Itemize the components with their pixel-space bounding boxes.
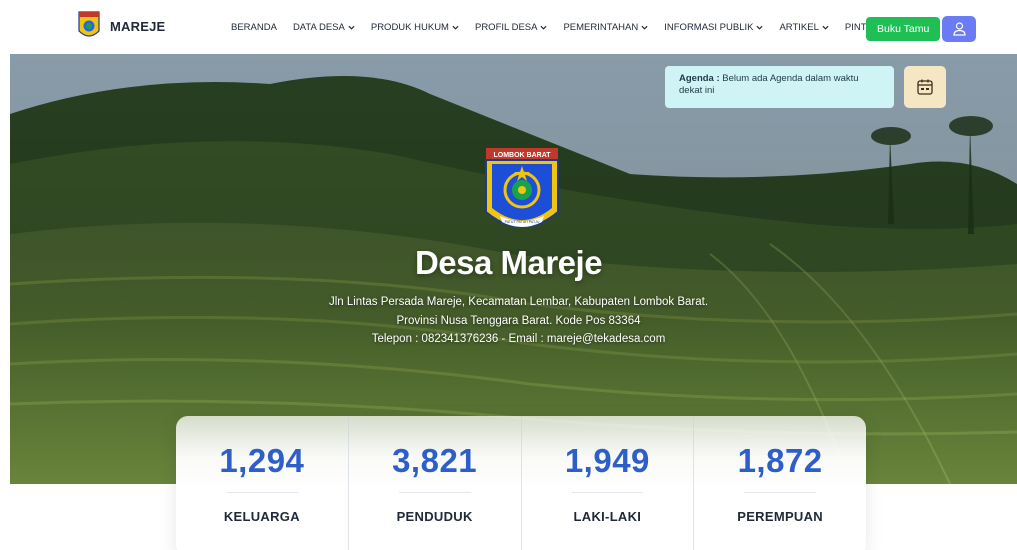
address-line-1: Jln Lintas Persada Mareje, Kecamatan Lem… [328, 296, 709, 308]
menu-item-profil-desa[interactable]: PROFIL DESA [475, 22, 547, 33]
village-title: Desa Mareje [414, 244, 603, 281]
stat-value: 3,821 [392, 442, 478, 479]
guestbook-button[interactable]: Buku Tamu [866, 17, 941, 41]
brand-name: MAREJE [110, 18, 166, 34]
menu-item-pemerintahan[interactable]: PEMERINTAHAN [563, 22, 648, 33]
agenda-notice: Agenda : Belum ada Agenda dalam waktu de… [665, 66, 894, 108]
menu-item-label: PROFIL DESA [474, 21, 538, 33]
menu-item-label: INFORMASI PUBLIK [664, 21, 754, 33]
menu-item-artikel[interactable]: ARTIKEL [779, 21, 829, 33]
main-menu: BERANDA DATA DESA PRODUK HUKUM PROFIL DE… [231, 0, 918, 54]
stat-label: PEREMPUAN [737, 509, 823, 524]
top-navbar: MAREJE BERANDA DATA DESA PRODUK HUKUM PR… [0, 0, 1017, 54]
agenda-label: Agenda : [679, 73, 720, 84]
lombok-barat-emblem: LOMBOK BARAT PATUT PATUH PATJU [485, 148, 559, 228]
user-icon [952, 22, 966, 36]
stat-keluarga: 1,294 KELUARGA [176, 416, 348, 550]
stat-label: KELUARGA [223, 509, 300, 524]
stat-penduduk: 3,821 PENDUDUK [347, 416, 521, 550]
stat-label: PENDUDUK [396, 509, 473, 524]
stat-divider [226, 492, 298, 493]
stat-value: 1,949 [564, 442, 650, 479]
page: MAREJE BERANDA DATA DESA PRODUK HUKUM PR… [0, 0, 1017, 550]
user-button[interactable] [942, 16, 976, 42]
stat-value: 1,872 [737, 442, 823, 479]
chevron-down-icon [540, 25, 547, 30]
menu-item-label: PEMERINTAHAN [563, 21, 639, 33]
menu-item-produk-hukum[interactable]: PRODUK HUKUM [371, 22, 459, 33]
emblem-motto-text: PATUT PATUH PATJU [505, 220, 540, 224]
chevron-down-icon [822, 25, 829, 30]
brand[interactable]: MAREJE [78, 11, 165, 41]
contact-line: Telepon : 082341376236 - Email : mareje@… [371, 333, 666, 345]
menu-item-label: DATA DESA [292, 21, 345, 33]
menu-item-data-desa[interactable]: DATA DESA [293, 22, 355, 33]
chevron-down-icon [641, 25, 648, 30]
chevron-down-icon [452, 25, 459, 30]
emblem-banner-text: LOMBOK BARAT [493, 152, 551, 159]
population-stats-card: 1,294 KELUARGA 3,821 PENDUDUK 1,949 LAKI… [176, 416, 866, 550]
address-line-2: Provinsi Nusa Tenggara Barat. Kode Pos 8… [396, 315, 641, 327]
menu-item-beranda[interactable]: BERANDA [231, 22, 277, 33]
stat-perempuan: 1,872 PEREMPUAN [693, 416, 866, 550]
stat-laki-laki: 1,949 LAKI-LAKI [520, 416, 694, 550]
stat-divider [744, 492, 816, 493]
menu-item-informasi-publik[interactable]: INFORMASI PUBLIK [664, 22, 763, 33]
menu-item-label: PRODUK HUKUM [370, 21, 449, 33]
menu-item-label: ARTIKEL [779, 21, 819, 33]
chevron-down-icon [348, 25, 355, 30]
menu-item-label: BERANDA [231, 21, 277, 33]
stat-label: LAKI-LAKI [573, 509, 642, 524]
village-logo-icon [78, 11, 100, 37]
agenda-calendar-button[interactable] [904, 66, 946, 108]
calendar-icon [917, 79, 933, 95]
stat-value: 1,294 [219, 442, 305, 479]
stat-divider [398, 492, 471, 493]
chevron-down-icon [756, 25, 763, 30]
stat-divider [571, 492, 644, 493]
